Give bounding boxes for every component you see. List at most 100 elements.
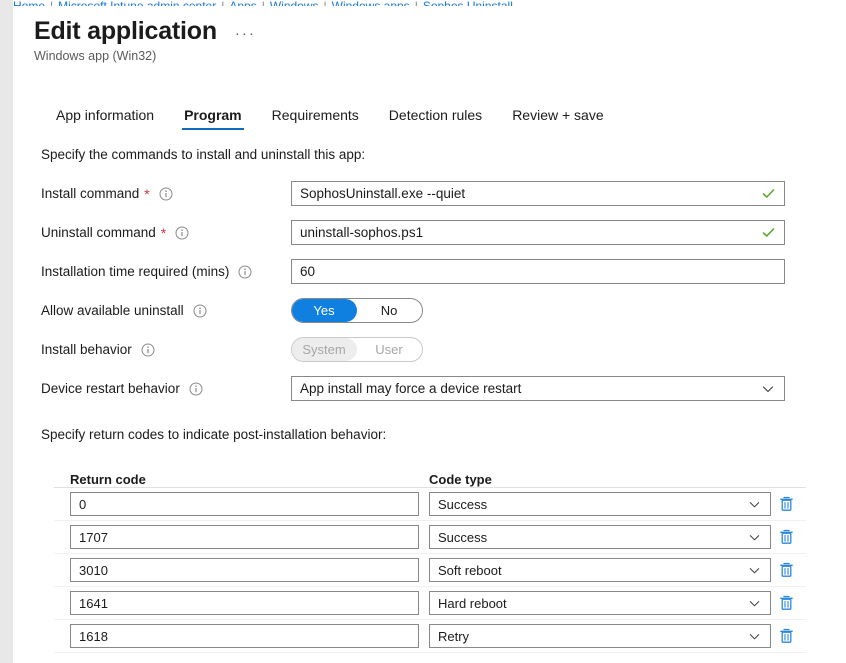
allow-available-uninstall-toggle[interactable]: Yes No xyxy=(291,298,423,323)
trash-icon[interactable] xyxy=(771,525,801,549)
tab-bar: App information Program Requirements Det… xyxy=(41,100,846,130)
trash-icon[interactable] xyxy=(771,558,801,582)
chevron-down-icon xyxy=(748,597,761,610)
uninstall-command-value: uninstall-sophos.ps1 xyxy=(300,225,424,240)
trash-icon[interactable] xyxy=(771,624,801,648)
table-row: 3010 Soft reboot xyxy=(54,554,806,587)
code-type-value: Success xyxy=(438,496,488,512)
form-row-install-time: Installation time required (mins) 60 xyxy=(13,252,846,291)
return-code-input[interactable]: 1618 xyxy=(70,624,419,648)
return-codes-note: Specify return codes to indicate post-in… xyxy=(41,427,387,442)
info-icon[interactable] xyxy=(159,187,173,201)
tab-review-save[interactable]: Review + save xyxy=(497,107,618,130)
chevron-down-icon xyxy=(748,531,761,544)
device-restart-behavior-select[interactable]: App install may force a device restart xyxy=(291,376,785,401)
code-type-cell: Success xyxy=(419,492,771,516)
more-options-button[interactable]: ··· xyxy=(235,26,256,41)
return-code-cell: 0 xyxy=(54,492,419,516)
page-header: Edit application ··· Windows app (Win32) xyxy=(13,6,846,63)
code-type-value: Retry xyxy=(438,628,470,644)
toggle-option-user: User xyxy=(375,342,403,357)
code-type-cell: Retry xyxy=(419,624,771,648)
install-time-value: 60 xyxy=(300,264,316,279)
info-icon[interactable] xyxy=(189,382,203,396)
return-code-value: 3010 xyxy=(79,562,108,578)
return-code-value: 0 xyxy=(79,496,87,512)
code-type-select[interactable]: Success xyxy=(429,525,771,549)
form-row-uninstall-command: Uninstall command * uninstall-sophos.ps1 xyxy=(13,213,846,252)
form-row-allow-available-uninstall: Allow available uninstall Yes No xyxy=(13,291,846,330)
toggle-option-no[interactable]: No xyxy=(356,299,422,322)
install-command-label: Install command xyxy=(41,186,140,201)
code-type-select[interactable]: Hard reboot xyxy=(429,591,771,615)
return-code-input[interactable]: 3010 xyxy=(70,558,419,582)
uninstall-command-label-group: Uninstall command * xyxy=(41,225,291,240)
info-icon[interactable] xyxy=(238,265,252,279)
toggle-option-yes[interactable]: Yes xyxy=(292,299,357,322)
chevron-down-icon xyxy=(748,630,761,643)
install-command-input[interactable]: SophosUninstall.exe --quiet xyxy=(291,181,785,206)
return-code-value: 1618 xyxy=(79,628,108,644)
form-row-device-restart-behavior: Device restart behavior App install may … xyxy=(13,369,846,408)
device-restart-behavior-label: Device restart behavior xyxy=(41,381,180,396)
commands-section-note: Specify the commands to install and unin… xyxy=(41,147,366,162)
tab-program[interactable]: Program xyxy=(169,107,257,130)
install-time-input[interactable]: 60 xyxy=(291,259,785,284)
delete-cell xyxy=(771,624,806,648)
return-code-input[interactable]: 0 xyxy=(70,492,419,516)
table-row: 1618 Retry xyxy=(54,620,806,653)
form-row-install-command: Install command * SophosUninstall.exe --… xyxy=(13,174,846,213)
program-form: Install command * SophosUninstall.exe --… xyxy=(13,174,846,408)
code-type-select[interactable]: Retry xyxy=(429,624,771,648)
trash-icon[interactable] xyxy=(771,591,801,615)
page-title: Edit application xyxy=(34,17,217,45)
uninstall-command-input[interactable]: uninstall-sophos.ps1 xyxy=(291,220,785,245)
code-type-select[interactable]: Soft reboot xyxy=(429,558,771,582)
code-type-cell: Soft reboot xyxy=(419,558,771,582)
return-code-cell: 1641 xyxy=(54,591,419,615)
info-icon[interactable] xyxy=(175,226,189,240)
table-row: 1641 Hard reboot xyxy=(54,587,806,620)
code-type-cell: Success xyxy=(419,525,771,549)
delete-cell xyxy=(771,525,806,549)
return-code-cell: 1618 xyxy=(54,624,419,648)
install-behavior-toggle: System User xyxy=(291,337,423,362)
code-type-value: Soft reboot xyxy=(438,562,502,578)
return-code-value: 1641 xyxy=(79,595,108,611)
left-rail xyxy=(0,0,13,663)
delete-cell xyxy=(771,492,806,516)
install-behavior-label-group: Install behavior xyxy=(41,342,291,357)
chevron-down-icon xyxy=(748,498,761,511)
code-type-value: Hard reboot xyxy=(438,595,507,611)
install-command-label-group: Install command * xyxy=(41,186,291,201)
title-row: Edit application ··· xyxy=(34,16,846,46)
install-time-label: Installation time required (mins) xyxy=(41,264,230,279)
column-header-return-code: Return code xyxy=(70,472,146,487)
info-icon[interactable] xyxy=(141,343,155,357)
return-code-input[interactable]: 1641 xyxy=(70,591,419,615)
return-code-cell: 3010 xyxy=(54,558,419,582)
code-type-select[interactable]: Success xyxy=(429,492,771,516)
device-restart-behavior-label-group: Device restart behavior xyxy=(41,381,291,396)
tab-requirements[interactable]: Requirements xyxy=(257,107,374,130)
trash-icon[interactable] xyxy=(771,492,801,516)
return-code-input[interactable]: 1707 xyxy=(70,525,419,549)
required-indicator: * xyxy=(144,185,150,202)
table-header-row: Return code Code type xyxy=(54,463,806,488)
form-row-install-behavior: Install behavior System User xyxy=(13,330,846,369)
table-row: 1707 Success xyxy=(54,521,806,554)
uninstall-command-label: Uninstall command xyxy=(41,225,156,240)
code-type-cell: Hard reboot xyxy=(419,591,771,615)
tab-detection-rules[interactable]: Detection rules xyxy=(374,107,497,130)
required-indicator: * xyxy=(160,224,167,241)
toggle-option-system: System xyxy=(292,338,357,361)
edit-application-page: Edit application ··· Windows app (Win32)… xyxy=(13,6,846,663)
valid-check-icon xyxy=(761,186,776,201)
table-row: 0 Success xyxy=(54,488,806,521)
return-code-cell: 1707 xyxy=(54,525,419,549)
info-icon[interactable] xyxy=(193,304,207,318)
chevron-down-icon xyxy=(748,564,761,577)
tab-app-information[interactable]: App information xyxy=(41,107,169,130)
chevron-down-icon xyxy=(761,382,775,396)
device-restart-behavior-value: App install may force a device restart xyxy=(300,381,522,396)
